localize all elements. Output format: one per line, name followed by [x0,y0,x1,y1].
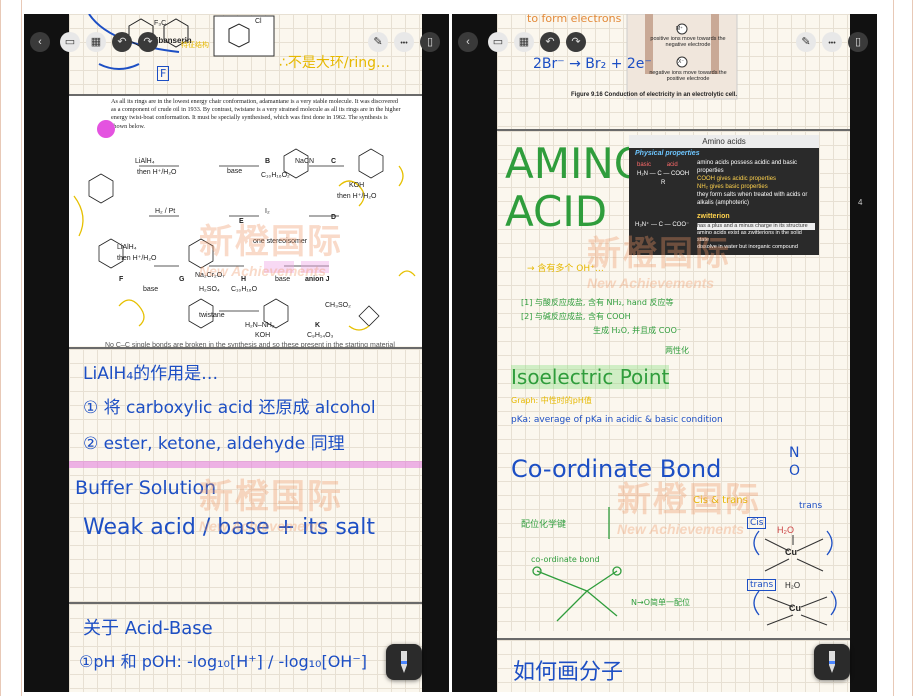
lialh4-label: LiAlH₄ [135,158,155,165]
box-f-label: F [157,66,170,81]
sidebar-icon-right[interactable]: ▭ [488,32,508,52]
undo-icon-right[interactable]: ↶ [540,32,560,52]
grid-icon[interactable]: ▦ [86,32,106,52]
more-icon-right: ••• [828,40,836,47]
anion-j-label: anion J [305,276,330,283]
ring-annotation: ∴不是大环/ring… [279,55,391,71]
left-tablet-screenshot: F₃C Cl Flibanserin 特征结构 F ∴不是大环/ring… As… [24,14,449,692]
i2-label: I₂ [265,208,270,215]
b-label: B [265,158,271,165]
more-button[interactable]: ••• [394,32,414,52]
complex-structure-icons [532,507,837,626]
lialh4-label-2: LiAlH₄ [117,244,137,251]
one-stereo-label: one stereoisomer [253,238,308,245]
base-label-3: base [275,276,291,283]
na2cr2o7-label: Na₂Cr₂O₇ [195,272,225,279]
right-notes-grid: AMINO ACID Amino acids Physical properti… [497,131,850,631]
cl-label: Cl [255,18,262,25]
pen-tool-button-right[interactable] [814,644,850,680]
f-label: F [119,276,124,283]
textbook-excerpt: As all its rings are in the lowest energ… [69,96,422,349]
base-label: base [227,168,243,175]
back-button[interactable]: ‹ [30,32,50,52]
bromide-reaction: 2Br⁻ → Br₂ + 2e⁻ [533,56,652,72]
hydrazine-label: H₂N–NH₂ [245,322,275,329]
sidebar-icon[interactable]: ▭ [60,32,80,52]
x-ion-label: X⁻ [678,59,684,65]
h-label: H [241,276,247,283]
more-button-right[interactable]: ••• [822,32,842,52]
h2so4-label: H₂SO₄ [199,286,220,293]
c-label: C [331,158,337,165]
twistane-label: twistane [199,312,225,319]
ch3so2-label: CH₃SO₂ [325,302,351,309]
nacn-label: NaCN [295,158,315,165]
redo-icon-right[interactable]: ↷ [566,32,586,52]
left-notes-grid: LiAlH₄的作用是… ① 将 carboxylic acid 还原成 alco… [69,349,422,602]
left-toolbar: ‹ ▭ ▦ ↶ ↷ ✎ ••• ▯ [30,32,443,54]
d-label: D [331,214,337,221]
note-line-3: ② ester, ketone, aldehyde 同理 [83,434,345,454]
pen-icon [401,651,407,673]
note-line-7: ①pH 和 pOH: -log₁₀[H⁺] / -log₁₀[OH⁻] [79,652,368,671]
pen-tool-button[interactable] [386,644,422,680]
undo-icon[interactable]: ↶ [112,32,132,52]
left-top-note: F₃C Cl Flibanserin 特征结构 F ∴不是大环/ring… [69,14,422,94]
note-line-5: Weak acid / base + its salt [83,515,376,540]
frame-left-edge [0,0,22,696]
f3c-label: F₃C [154,20,167,27]
back-button-right[interactable]: ‹ [458,32,478,52]
then-label: then H⁺/H₂O [137,169,177,176]
frame-right-edge [893,0,913,696]
note-line-6: 关于 Acid-Base [83,618,213,639]
base-label-2: base [143,286,159,293]
e-label: E [239,218,244,225]
pen-mode-icon-right[interactable]: ✎ [796,32,816,52]
left-bottom-grid: 关于 Acid-Base ①pH 和 pOH: -log₁₀[H⁺] / -lo… [69,604,422,692]
right-note-page[interactable]: to form electrons M⁺ positive ions move … [497,14,850,692]
formula-c10h16o2: C₁₀H₁₆O₂ [261,172,290,179]
split-view-icon-right[interactable]: ▯ [848,32,868,52]
negative-ions-caption: negative ions move towards the positive … [649,70,727,82]
back-icon-right: ‹ [466,36,470,48]
note-line-1: LiAlH₄的作用是… [83,364,219,384]
note-line-2: ① 将 carboxylic acid 还原成 alcohol [83,398,376,418]
koh-label: KOH [349,182,365,189]
right-toolbar: ‹ ▭ ▦ ↶ ↷ ✎ ••• ▯ [458,32,871,54]
split-view-icon[interactable]: ▯ [420,32,440,52]
bottom-heading: 如何画分子 [513,660,624,685]
grid-icon-right[interactable]: ▦ [514,32,534,52]
right-tablet-screenshot: to form electrons M⁺ positive ions move … [452,14,877,692]
redo-icon[interactable]: ↷ [138,32,158,52]
right-bottom-grid: 如何画分子 [497,640,850,692]
h2pt-label: H₂ / Pt [155,208,176,215]
formula-c9h14o3: C₉H₁₄O₃ [307,332,334,339]
synthesis-scheme-icon [73,148,416,331]
pen-mode-icon[interactable]: ✎ [368,32,388,52]
back-icon: ‹ [38,36,42,48]
pink-highlight-strip [69,461,422,468]
note-line-4: Buffer Solution [75,477,217,499]
left-note-page[interactable]: F₃C Cl Flibanserin 特征结构 F ∴不是大环/ring… As… [69,14,422,692]
formula-c10h16o: C₁₀H₁₆O [231,286,258,293]
then-label-2: then H⁺/H₂O [117,255,157,262]
electrons-note: to form electrons [527,14,622,25]
k-label: K [315,322,321,329]
more-icon: ••• [400,40,408,47]
pen-icon-right [829,651,835,673]
g-label: G [179,276,185,283]
figure-caption: Figure 9.16 Conduction of electricity in… [571,92,738,98]
page-number: 4 [858,198,863,207]
koh2-label: KOH [255,332,271,339]
then2-label: then H⁺/H₂O [337,193,377,200]
